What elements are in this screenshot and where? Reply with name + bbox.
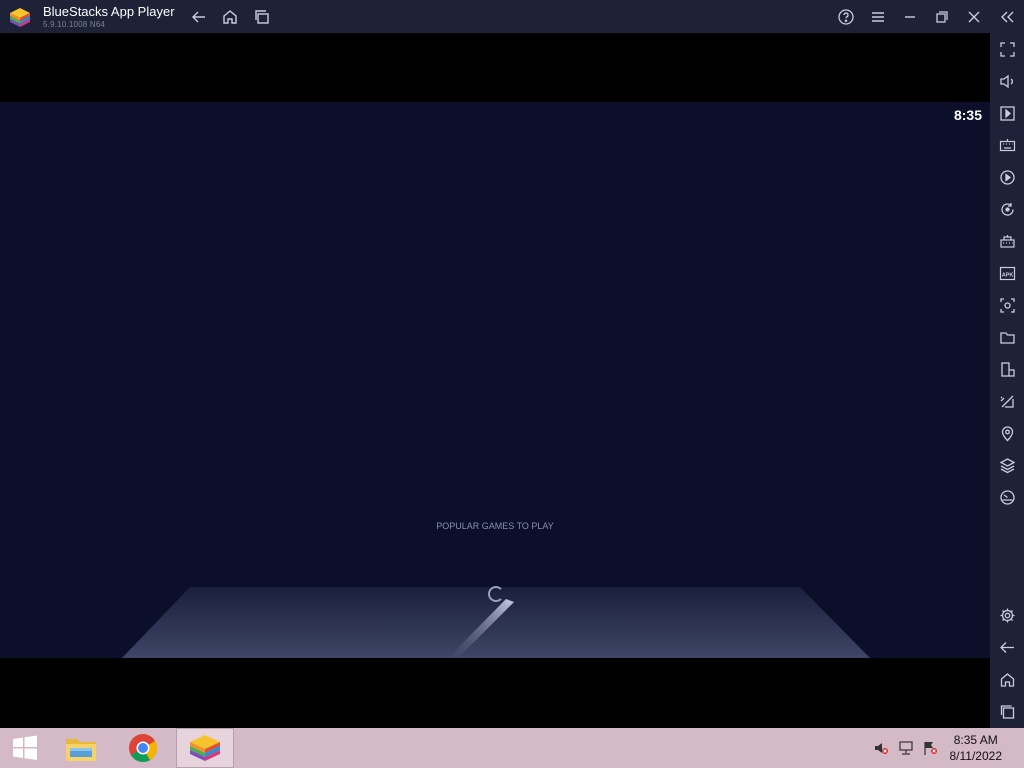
loading-spinner-icon	[488, 586, 504, 602]
emulator-viewport: 8:35 POPULAR GAMES TO PLAY	[0, 33, 990, 728]
keyboard-icon[interactable]	[997, 135, 1017, 155]
title-bar: BlueStacks App Player 5.9.10.1008 N64	[0, 0, 1024, 33]
help-icon[interactable]	[836, 7, 856, 27]
window-title: BlueStacks App Player	[43, 4, 175, 19]
windows-taskbar: 8:35 AM 8/11/2022	[0, 728, 1024, 768]
apk-install-icon[interactable]: APK	[997, 263, 1017, 283]
network-icon[interactable]	[897, 728, 915, 768]
screenshot-icon[interactable]	[997, 295, 1017, 315]
device-rotate-icon[interactable]	[997, 359, 1017, 379]
right-sidebar: APK	[990, 33, 1024, 728]
layers-icon[interactable]	[997, 455, 1017, 475]
bluestacks-logo-icon	[10, 8, 30, 27]
app-version: 5.9.10.1008 N64	[43, 20, 106, 29]
multi-instance-manager-icon[interactable]	[997, 231, 1017, 251]
back-arrow-icon[interactable]	[189, 7, 209, 27]
svg-text:APK: APK	[1001, 272, 1013, 278]
close-icon[interactable]	[964, 7, 984, 27]
menu-icon[interactable]	[868, 7, 888, 27]
android-back-icon[interactable]	[997, 637, 1017, 657]
android-clock: 8:35	[953, 107, 982, 123]
eco-mode-icon[interactable]	[997, 391, 1017, 411]
system-time: 8:35 AM	[953, 733, 998, 747]
restore-icon[interactable]	[932, 7, 952, 27]
bluestacks-window: BlueStacks App Player 5.9.10.1008 N64 8:…	[0, 0, 1024, 768]
popular-games-label: POPULAR GAMES TO PLAY	[436, 521, 554, 531]
folder-icon[interactable]	[997, 327, 1017, 347]
volume-icon[interactable]	[997, 71, 1017, 91]
system-clock[interactable]: 8:35 AM 8/11/2022	[950, 732, 1003, 764]
minimize-icon[interactable]	[900, 7, 920, 27]
performance-icon[interactable]	[997, 487, 1017, 507]
file-explorer-icon[interactable]	[56, 728, 106, 768]
android-screen[interactable]: 8:35 POPULAR GAMES TO PLAY	[0, 102, 990, 658]
system-date: 8/11/2022	[949, 749, 1003, 763]
fullscreen-icon[interactable]	[997, 39, 1017, 59]
speaker-muted-icon[interactable]	[872, 728, 890, 768]
rotate-sync-icon[interactable]	[997, 199, 1017, 219]
action-center-flag-icon[interactable]	[921, 728, 939, 768]
bluestacks-icon[interactable]	[176, 728, 234, 768]
collapse-sidebar-icon[interactable]	[997, 7, 1017, 27]
android-recents-icon[interactable]	[997, 701, 1017, 721]
home-icon[interactable]	[220, 7, 240, 27]
location-icon[interactable]	[997, 423, 1017, 443]
media-manager-icon[interactable]	[997, 103, 1017, 123]
android-home-icon[interactable]	[997, 669, 1017, 689]
macro-play-icon[interactable]	[997, 167, 1017, 187]
chrome-icon[interactable]	[118, 728, 168, 768]
settings-icon[interactable]	[997, 605, 1017, 625]
start-button-icon[interactable]	[0, 728, 50, 768]
multi-instance-icon[interactable]	[252, 7, 272, 27]
